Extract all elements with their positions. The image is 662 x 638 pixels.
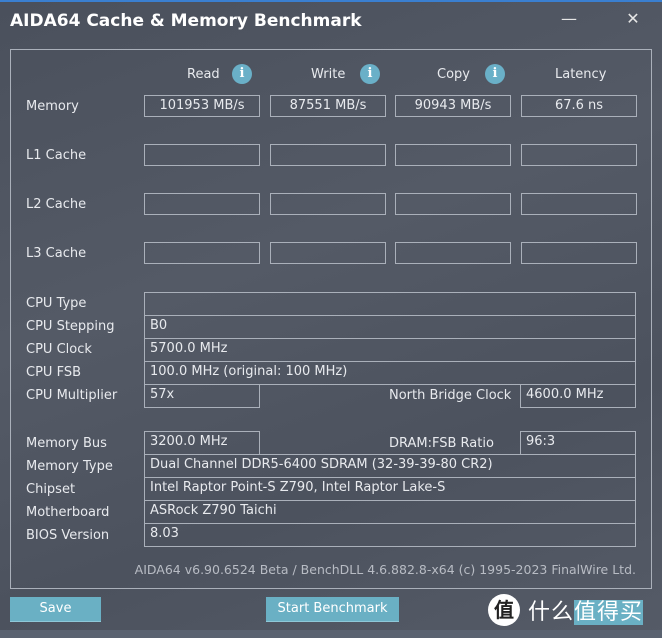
l2-read-value	[144, 193, 260, 215]
l3-latency-value	[521, 242, 637, 264]
column-header-latency: Latency	[555, 67, 607, 82]
minimize-icon: —	[561, 9, 577, 28]
save-button[interactable]: Save	[10, 597, 101, 622]
memory-read-value: 101953 MB/s	[144, 95, 260, 117]
l1-read-value	[144, 144, 260, 166]
window-top-border	[0, 0, 662, 2]
cpu-fsb-label: CPU FSB	[26, 365, 81, 380]
cpu-type-label: CPU Type	[26, 296, 87, 311]
north-bridge-clock-label: North Bridge Clock	[389, 388, 512, 403]
cpu-multiplier-value: 57x	[144, 384, 260, 408]
cpu-clock-label: CPU Clock	[26, 342, 92, 357]
cpu-multiplier-label: CPU Multiplier	[26, 388, 118, 403]
l3-write-value	[270, 242, 386, 264]
memory-bus-label: Memory Bus	[26, 436, 107, 451]
l3-copy-value	[395, 242, 511, 264]
bottom-bar	[0, 630, 662, 638]
version-footer: AIDA64 v6.90.6524 Beta / BenchDLL 4.6.88…	[134, 562, 636, 577]
start-benchmark-button[interactable]: Start Benchmark	[266, 597, 399, 622]
motherboard-label: Motherboard	[26, 505, 110, 520]
watermark-logo-icon: 值	[488, 594, 520, 626]
column-header-write: Write	[311, 67, 346, 82]
north-bridge-clock-value: 4600.0 MHz	[520, 384, 636, 408]
memory-type-value: Dual Channel DDR5-6400 SDRAM (32-39-39-8…	[144, 454, 636, 478]
cpu-clock-value: 5700.0 MHz	[144, 338, 636, 362]
memory-type-label: Memory Type	[26, 459, 113, 474]
motherboard-value: ASRock Z790 Taichi	[144, 500, 636, 524]
close-icon: ✕	[626, 9, 640, 28]
cpu-stepping-label: CPU Stepping	[26, 319, 115, 334]
column-header-read: Read	[187, 67, 220, 82]
memory-copy-value: 90943 MB/s	[395, 95, 511, 117]
l2-latency-value	[521, 193, 637, 215]
row-label-l2-cache: L2 Cache	[26, 197, 87, 212]
l1-write-value	[270, 144, 386, 166]
minimize-button[interactable]: —	[554, 6, 584, 32]
window-title: AIDA64 Cache & Memory Benchmark	[10, 11, 362, 31]
cpu-type-value	[144, 292, 636, 316]
row-label-l1-cache: L1 Cache	[26, 148, 87, 163]
bios-version-label: BIOS Version	[26, 528, 110, 543]
watermark-text: 什么值得买	[528, 594, 644, 626]
l1-latency-value	[521, 144, 637, 166]
chipset-value: Intel Raptor Point-S Z790, Intel Raptor …	[144, 477, 636, 501]
bios-version-value: 8.03	[144, 523, 636, 547]
l1-copy-value	[395, 144, 511, 166]
watermark: 值 什么值得买	[488, 592, 644, 628]
chipset-label: Chipset	[26, 482, 76, 497]
watermark-text-a: 什么	[528, 600, 575, 625]
row-label-memory: Memory	[26, 99, 79, 114]
copy-info-icon[interactable]: i	[485, 64, 505, 84]
l3-read-value	[144, 242, 260, 264]
memory-latency-value: 67.6 ns	[521, 95, 637, 117]
watermark-text-b: 值得买	[574, 600, 644, 625]
l2-copy-value	[395, 193, 511, 215]
dram-fsb-ratio-label: DRAM:FSB Ratio	[389, 436, 494, 451]
dram-fsb-ratio-value: 96:3	[520, 431, 636, 455]
cpu-stepping-value: B0	[144, 315, 636, 339]
row-label-l3-cache: L3 Cache	[26, 246, 87, 261]
close-button[interactable]: ✕	[618, 6, 648, 32]
read-info-icon[interactable]: i	[232, 64, 252, 84]
cpu-fsb-value: 100.0 MHz (original: 100 MHz)	[144, 361, 636, 385]
memory-write-value: 87551 MB/s	[270, 95, 386, 117]
write-info-icon[interactable]: i	[360, 64, 380, 84]
memory-bus-value: 3200.0 MHz	[144, 431, 260, 455]
column-header-copy: Copy	[437, 67, 470, 82]
l2-write-value	[270, 193, 386, 215]
